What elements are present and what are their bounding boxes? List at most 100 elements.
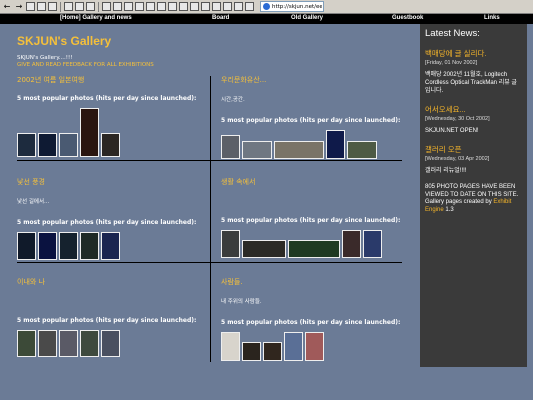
- tools-icon[interactable]: [179, 2, 188, 11]
- news-item: 어서오세요... [Wednesday, 30 Oct 2002] SKJUN.…: [425, 104, 522, 135]
- photo-thumbnail[interactable]: [284, 332, 303, 361]
- browser-toolbar: ← →: [0, 0, 533, 14]
- photo-thumbnail[interactable]: [59, 133, 78, 157]
- news-title[interactable]: 백매당에 글 실리다.: [425, 48, 522, 59]
- news-date: [Wednesday, 03 Apr 2002]: [425, 156, 490, 162]
- photo-thumbnail[interactable]: [17, 232, 36, 260]
- photo-thumbnail[interactable]: [59, 232, 78, 260]
- photo-thumbnail[interactable]: [221, 135, 240, 159]
- gallery-title[interactable]: 낯선 풍경: [17, 177, 207, 187]
- news-title[interactable]: 어서오세요...: [425, 104, 522, 115]
- gallery-title[interactable]: 우리문화유산...: [221, 75, 411, 85]
- photo-thumbnail[interactable]: [274, 141, 324, 159]
- news-item: 백매당에 글 실리다. [Friday, 01 Nov 2002] 백매당 20…: [425, 48, 522, 95]
- footer-version: 1.3: [445, 206, 454, 213]
- intro-feedback-link[interactable]: GIVE AND READ FEEDBACK FOR ALL EXHIBITIO…: [17, 62, 154, 69]
- photo-thumbnail[interactable]: [101, 133, 120, 157]
- gallery-description: 내 주위의 사람들.: [221, 299, 262, 305]
- gallery-title[interactable]: 이내와 나: [17, 277, 207, 287]
- photo-thumbnail[interactable]: [38, 232, 57, 260]
- photo-thumbnail[interactable]: [17, 133, 36, 157]
- photo-thumbnail[interactable]: [101, 330, 120, 357]
- photo-thumbnail[interactable]: [38, 133, 57, 157]
- address-input[interactable]: [272, 3, 322, 10]
- toolbar-divider: [98, 1, 99, 12]
- back-tab-icon[interactable]: [245, 2, 254, 11]
- gallery-title[interactable]: 2002년 여름 일본여행: [17, 75, 207, 85]
- favorites-icon[interactable]: [75, 2, 84, 11]
- print-icon[interactable]: [113, 2, 122, 11]
- nav-links-link[interactable]: Links: [484, 15, 500, 21]
- sidebar-footer: 805 PHOTO PAGES HAVE BEEN VIEWED TO DATE…: [425, 184, 522, 214]
- page-title: SKJUN's Gallery: [17, 34, 112, 48]
- news-body: 백매당 2002년 11월호, Logitech Cordless Optica…: [425, 72, 517, 94]
- media-icon[interactable]: [157, 2, 166, 11]
- photo-thumbnail[interactable]: [101, 232, 120, 260]
- discuss-icon[interactable]: [135, 2, 144, 11]
- photo-thumbnail[interactable]: [38, 330, 57, 357]
- nav-guestbook-link[interactable]: Guestbook: [392, 15, 423, 21]
- row-divider: [17, 262, 402, 263]
- photo-thumbnail[interactable]: [363, 230, 382, 258]
- photo-thumbnail[interactable]: [263, 342, 282, 361]
- photo-thumbnail[interactable]: [59, 330, 78, 357]
- thumbnail-row: [221, 230, 411, 258]
- photo-thumbnail[interactable]: [242, 141, 272, 159]
- home-icon[interactable]: [48, 2, 57, 11]
- photo-thumbnail[interactable]: [326, 130, 345, 159]
- nav-old-gallery-link[interactable]: Old Gallery: [291, 15, 323, 21]
- size-icon[interactable]: [223, 2, 232, 11]
- settings-icon[interactable]: [168, 2, 177, 11]
- search-icon[interactable]: [64, 2, 73, 11]
- nav-home-link[interactable]: [Home] Gallery and news: [60, 15, 132, 21]
- photo-thumbnail[interactable]: [305, 332, 324, 361]
- messenger-icon[interactable]: [146, 2, 155, 11]
- photo-thumbnail[interactable]: [80, 108, 99, 157]
- news-item: 갤러리 오픈 [Wednesday, 03 Apr 2002] 갤러리 리뉴얼!…: [425, 144, 522, 175]
- intro-text: SKJUN's Gallery....!!! GIVE AND READ FEE…: [17, 55, 154, 68]
- thumbnail-row: [17, 232, 207, 260]
- address-bar[interactable]: [260, 1, 324, 12]
- thumbnail-row: [17, 108, 207, 157]
- news-body: SKJUN.NET OPEN!: [425, 128, 479, 134]
- gallery-block: 이내와 나 5 most popular photos (hits per da…: [17, 277, 207, 357]
- back-icon[interactable]: ←: [2, 2, 12, 12]
- photo-thumbnail[interactable]: [80, 330, 99, 357]
- news-body: 갤러리 리뉴얼!!!!: [425, 168, 467, 174]
- gallery-title[interactable]: 생활 속에서: [221, 177, 411, 187]
- stop-icon[interactable]: [26, 2, 35, 11]
- window-icon[interactable]: [190, 2, 199, 11]
- photo-thumbnail[interactable]: [288, 240, 340, 258]
- news-sidebar: Latest News: 백매당에 글 실리다. [Friday, 01 Nov…: [420, 24, 527, 367]
- photo-thumbnail[interactable]: [347, 141, 377, 159]
- folder-icon[interactable]: [201, 2, 210, 11]
- thumbnail-row: [221, 130, 411, 159]
- info-icon[interactable]: [234, 2, 243, 11]
- news-title[interactable]: 갤러리 오픈: [425, 144, 522, 155]
- photo-thumbnail[interactable]: [80, 232, 99, 260]
- toolbar-divider: [60, 1, 61, 12]
- photo-thumbnail[interactable]: [221, 230, 240, 258]
- ie-page-icon: [263, 3, 270, 10]
- forward-icon[interactable]: →: [14, 2, 24, 12]
- photo-thumbnail[interactable]: [342, 230, 361, 258]
- gallery-description: 낯선 길에서...: [17, 199, 50, 205]
- popular-label: 5 most popular photos (hits per day sinc…: [17, 219, 197, 226]
- photo-thumbnail[interactable]: [17, 330, 36, 357]
- news-date: [Wednesday, 30 Oct 2002]: [425, 116, 490, 122]
- lock-icon[interactable]: [212, 2, 221, 11]
- nav-board-link[interactable]: Board: [212, 15, 229, 21]
- edit-icon[interactable]: [124, 2, 133, 11]
- photo-thumbnail[interactable]: [242, 342, 261, 361]
- mail-icon[interactable]: [102, 2, 111, 11]
- refresh-icon[interactable]: [37, 2, 46, 11]
- gallery-block: 생활 속에서 5 most popular photos (hits per d…: [221, 177, 411, 258]
- popular-label: 5 most popular photos (hits per day sinc…: [17, 95, 197, 102]
- gallery-block: 2002년 여름 일본여행 5 most popular photos (hit…: [17, 75, 207, 157]
- top-nav: [Home] Gallery and news Board Old Galler…: [0, 14, 533, 24]
- photo-thumbnail[interactable]: [221, 332, 240, 361]
- gallery-title[interactable]: 사람들.: [221, 277, 411, 287]
- photo-thumbnail[interactable]: [242, 240, 286, 258]
- popular-label: 5 most popular photos (hits per day sinc…: [221, 117, 401, 124]
- history-icon[interactable]: [86, 2, 95, 11]
